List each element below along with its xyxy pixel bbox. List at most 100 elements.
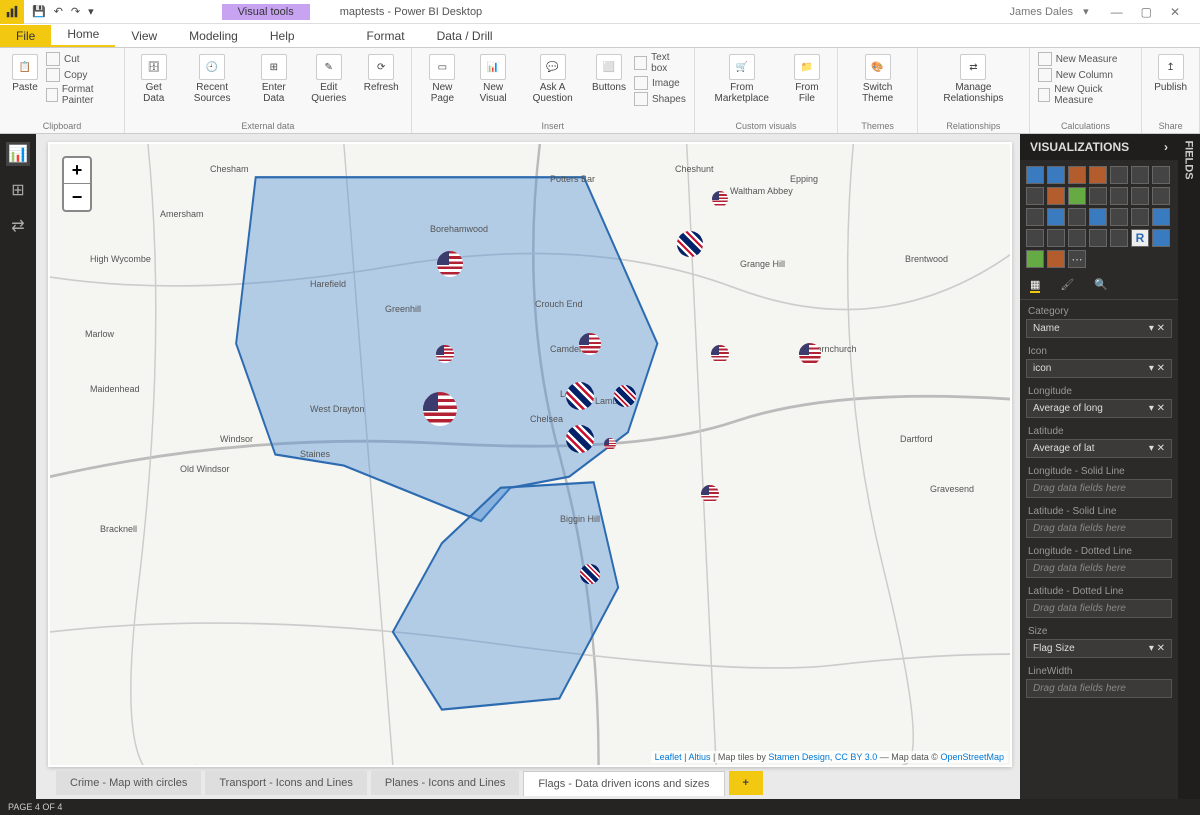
- vis-type-icon[interactable]: [1089, 166, 1107, 184]
- collapse-icon[interactable]: ›: [1164, 140, 1168, 154]
- new-measure-button[interactable]: New Measure: [1038, 52, 1134, 66]
- from-file-button[interactable]: 📁From File: [785, 52, 830, 106]
- vis-type-icon[interactable]: [1026, 166, 1044, 184]
- from-marketplace-button[interactable]: 🛒From Marketplace: [703, 52, 781, 106]
- well-item-latitude[interactable]: Average of lat▾ ✕: [1026, 439, 1172, 458]
- data-view-icon[interactable]: ⊞: [6, 178, 30, 202]
- vis-type-icon[interactable]: [1047, 187, 1065, 205]
- vis-type-icon[interactable]: [1131, 208, 1149, 226]
- zoom-out-button[interactable]: −: [64, 184, 90, 210]
- well-drop-lat-dot[interactable]: Drag data fields here: [1026, 599, 1172, 618]
- vis-type-icon[interactable]: [1131, 166, 1149, 184]
- vis-type-icon[interactable]: [1152, 166, 1170, 184]
- flag-icon-us[interactable]: [437, 251, 463, 277]
- edit-queries-button[interactable]: ✎Edit Queries: [302, 52, 356, 106]
- view-tab[interactable]: View: [115, 25, 173, 47]
- flag-icon-uk[interactable]: [566, 382, 594, 410]
- vis-type-icon[interactable]: [1110, 187, 1128, 205]
- vis-type-icon[interactable]: [1047, 250, 1065, 268]
- vis-type-icon[interactable]: [1068, 229, 1086, 247]
- qat-dropdown-icon[interactable]: ▾: [88, 5, 94, 18]
- image-button[interactable]: Image: [634, 76, 686, 90]
- altius-link[interactable]: Altius: [688, 752, 710, 762]
- add-page-button[interactable]: +: [729, 771, 763, 795]
- modeling-tab[interactable]: Modeling: [173, 25, 254, 47]
- well-drop-long-dot[interactable]: Drag data fields here: [1026, 559, 1172, 578]
- shapes-button[interactable]: Shapes: [634, 92, 686, 106]
- new-visual-button[interactable]: 📊New Visual: [469, 52, 517, 106]
- format-tab-icon[interactable]: 🖌: [1060, 278, 1074, 293]
- flag-icon-us[interactable]: [604, 438, 616, 450]
- vis-type-icon[interactable]: [1026, 208, 1044, 226]
- redo-icon[interactable]: ↷: [71, 5, 80, 18]
- vis-type-icon[interactable]: [1089, 229, 1107, 247]
- vis-type-icon[interactable]: [1131, 187, 1149, 205]
- report-view-icon[interactable]: 📊: [6, 142, 30, 166]
- vis-type-icon[interactable]: [1068, 187, 1086, 205]
- well-item-category[interactable]: Name▾ ✕: [1026, 319, 1172, 338]
- user-name[interactable]: James Dales: [1009, 6, 1073, 18]
- buttons-button[interactable]: ⬜Buttons: [588, 52, 630, 95]
- file-tab[interactable]: File: [0, 25, 51, 47]
- page-tab[interactable]: Transport - Icons and Lines: [205, 771, 367, 795]
- flag-icon-us[interactable]: [436, 345, 454, 363]
- paste-button[interactable]: 📋Paste: [8, 52, 42, 95]
- datadrill-tab[interactable]: Data / Drill: [421, 25, 509, 47]
- model-view-icon[interactable]: ⇄: [6, 214, 30, 238]
- help-tab[interactable]: Help: [254, 25, 311, 47]
- well-item-size[interactable]: Flag Size▾ ✕: [1026, 639, 1172, 658]
- copy-button[interactable]: Copy: [46, 68, 116, 82]
- flag-icon-us[interactable]: [711, 345, 729, 363]
- vis-type-icon[interactable]: [1089, 187, 1107, 205]
- flag-icon-uk[interactable]: [566, 425, 594, 453]
- fields-tab-icon[interactable]: ▦: [1030, 278, 1040, 293]
- save-icon[interactable]: 💾: [32, 5, 46, 18]
- format-tab[interactable]: Format: [351, 25, 421, 47]
- vis-type-icon[interactable]: [1026, 229, 1044, 247]
- recent-sources-button[interactable]: 🕘Recent Sources: [178, 52, 245, 106]
- page-tab-active[interactable]: Flags - Data driven icons and sizes: [523, 771, 724, 796]
- get-data-button[interactable]: 🗄Get Data: [133, 52, 174, 106]
- switch-theme-button[interactable]: 🎨Switch Theme: [846, 52, 909, 106]
- vis-type-icon[interactable]: [1089, 208, 1107, 226]
- new-column-button[interactable]: New Column: [1038, 68, 1134, 82]
- home-tab[interactable]: Home: [51, 23, 115, 47]
- flag-icon-uk[interactable]: [677, 231, 703, 257]
- well-drop-lat-solid[interactable]: Drag data fields here: [1026, 519, 1172, 538]
- vis-type-icon[interactable]: [1152, 208, 1170, 226]
- refresh-button[interactable]: ⟳Refresh: [360, 52, 403, 95]
- publish-button[interactable]: ↥Publish: [1150, 52, 1191, 95]
- textbox-button[interactable]: Text box: [634, 52, 686, 74]
- format-painter-button[interactable]: Format Painter: [46, 84, 116, 106]
- page-tab[interactable]: Planes - Icons and Lines: [371, 771, 519, 795]
- well-drop-linewidth[interactable]: Drag data fields here: [1026, 679, 1172, 698]
- vis-type-ellipsis[interactable]: ⋯: [1068, 250, 1086, 268]
- vis-type-r-icon[interactable]: R: [1131, 229, 1149, 247]
- manage-relationships-button[interactable]: ⇄Manage Relationships: [926, 52, 1021, 106]
- new-page-button[interactable]: ▭New Page: [420, 52, 465, 106]
- fields-pane-collapsed[interactable]: FIELDS: [1178, 134, 1200, 799]
- vis-type-icon[interactable]: [1047, 166, 1065, 184]
- vis-type-icon[interactable]: [1110, 166, 1128, 184]
- vis-type-icon[interactable]: [1110, 208, 1128, 226]
- flag-icon-us[interactable]: [423, 392, 457, 426]
- zoom-in-button[interactable]: +: [64, 158, 90, 184]
- close-icon[interactable]: ✕: [1170, 5, 1180, 19]
- enter-data-button[interactable]: ⊞Enter Data: [250, 52, 298, 106]
- well-drop-long-solid[interactable]: Drag data fields here: [1026, 479, 1172, 498]
- user-dropdown-icon[interactable]: ▾: [1083, 5, 1089, 18]
- vis-type-icon[interactable]: [1152, 229, 1170, 247]
- flag-icon-uk[interactable]: [580, 564, 600, 584]
- vis-type-icon[interactable]: [1152, 187, 1170, 205]
- vis-type-icon[interactable]: [1047, 208, 1065, 226]
- osm-link[interactable]: OpenStreetMap: [940, 752, 1004, 762]
- vis-type-icon[interactable]: [1026, 250, 1044, 268]
- flag-icon-us[interactable]: [579, 333, 601, 355]
- analytics-tab-icon[interactable]: 🔍: [1094, 278, 1108, 293]
- stamen-link[interactable]: Stamen Design, CC BY 3.0: [768, 752, 877, 762]
- map-visual[interactable]: Chesham Amersham High Wycombe Marlow Mai…: [50, 144, 1010, 765]
- new-quick-measure-button[interactable]: New Quick Measure: [1038, 84, 1134, 106]
- minimize-icon[interactable]: —: [1111, 5, 1123, 19]
- vis-type-icon[interactable]: [1068, 166, 1086, 184]
- flag-icon-uk[interactable]: [614, 385, 636, 407]
